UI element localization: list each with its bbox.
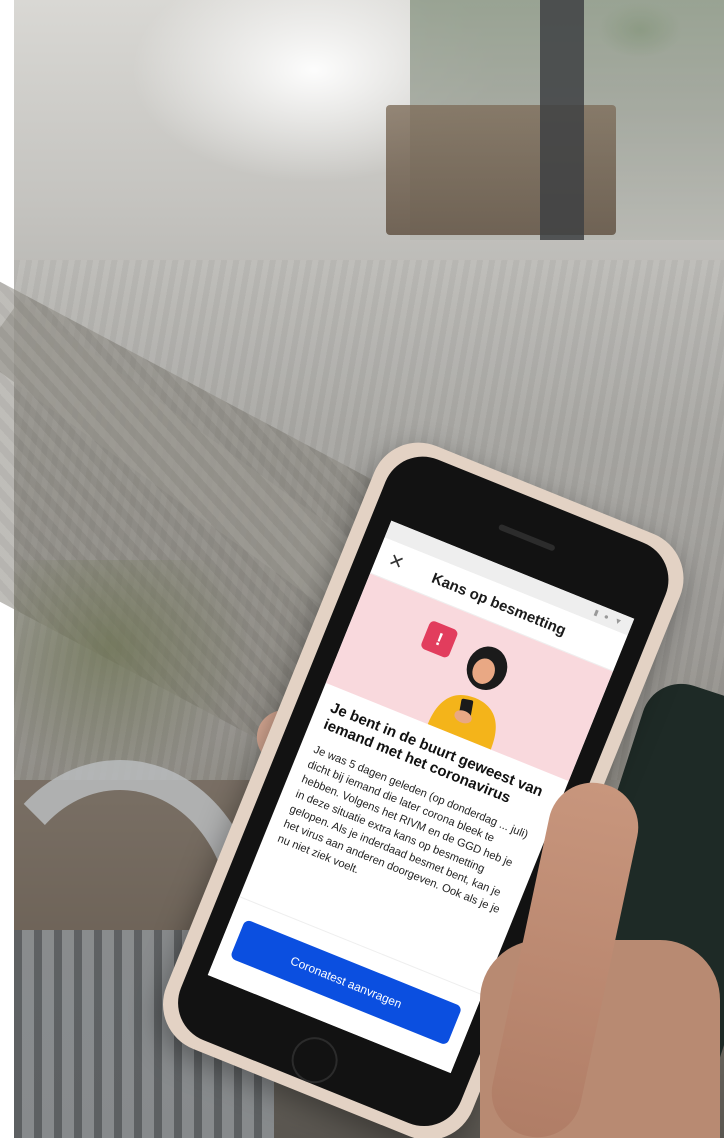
grass-patch [14, 560, 254, 780]
footer: Coronatest aanvragen [207, 896, 483, 1074]
street-pole [540, 0, 584, 240]
photo-background: ▮ ● ▼ ✕ Kans op besmetting ! Je bent in … [0, 0, 724, 1138]
request-test-button[interactable]: Coronatest aanvragen [229, 919, 463, 1046]
earpiece-speaker [497, 523, 556, 552]
